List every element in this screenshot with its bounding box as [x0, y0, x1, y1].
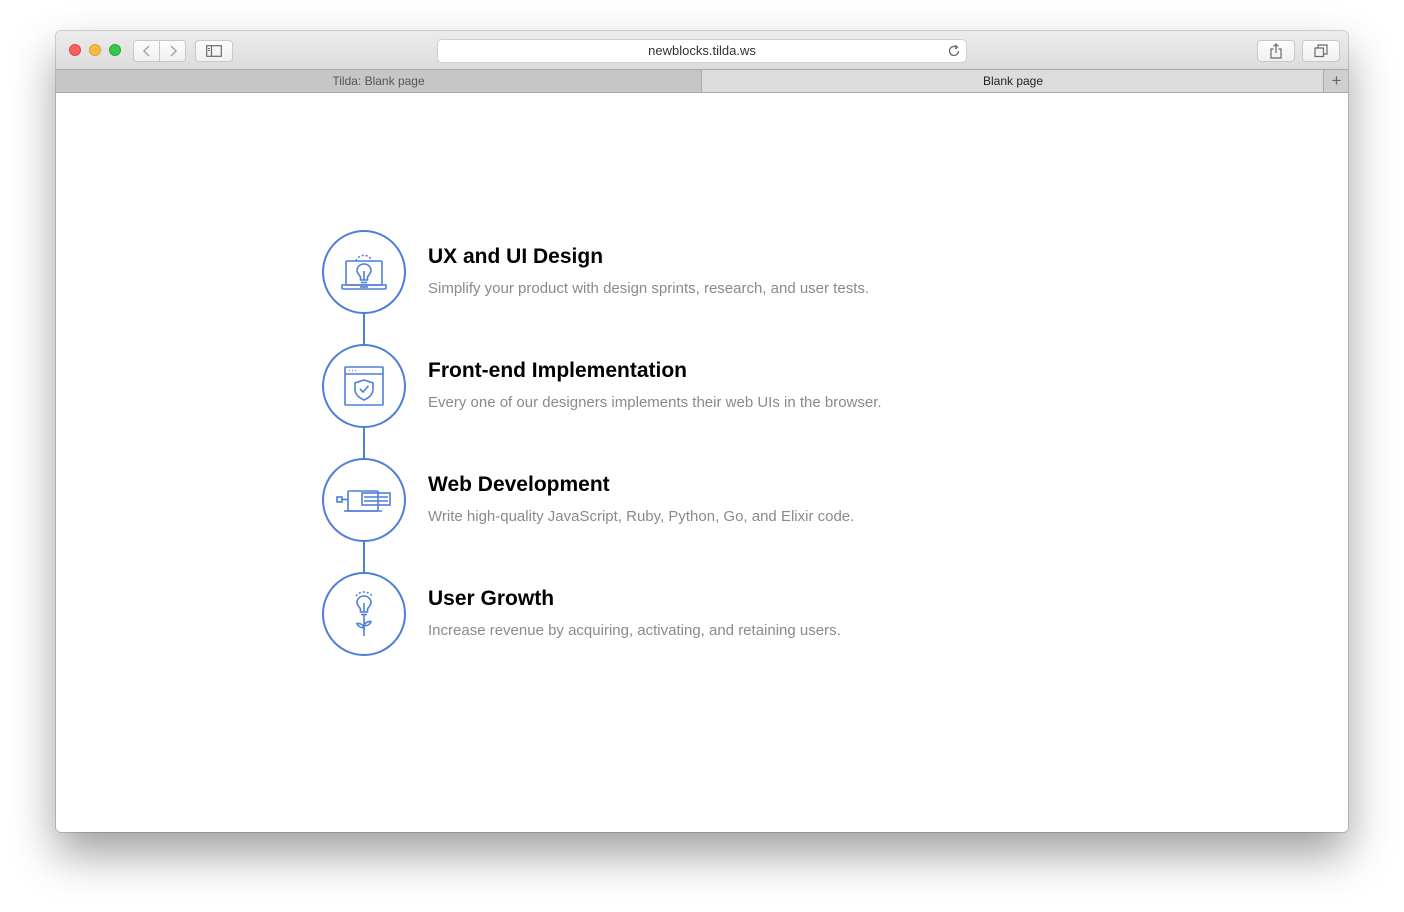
share-icon: [1270, 43, 1282, 59]
plus-icon: +: [1331, 71, 1342, 90]
tabs-overview-icon: [1314, 44, 1328, 58]
service-title: UX and UI Design: [428, 245, 604, 268]
timeline-connector: [363, 542, 365, 573]
service-description: Write high-quality JavaScript, Ruby, Pyt…: [428, 508, 855, 525]
tab-bar: Tilda: Blank page Blank page +: [56, 69, 1348, 93]
service-icon-circle: [322, 572, 406, 656]
tabs-overview-button[interactable]: [1302, 40, 1340, 62]
service-icon-circle: [322, 230, 406, 314]
service-description: Every one of our designers implements th…: [428, 394, 882, 411]
service-description: Increase revenue by acquiring, activatin…: [428, 622, 841, 639]
service-title: Front-end Implementation: [428, 359, 687, 382]
service-title: User Growth: [428, 587, 555, 610]
reload-button[interactable]: [947, 44, 961, 63]
sidebar-button[interactable]: [195, 40, 233, 62]
close-window-button[interactable]: [69, 44, 81, 56]
timeline-connector: [363, 314, 365, 345]
browser-toolbar: newblocks.tilda.ws: [56, 31, 1348, 69]
back-button[interactable]: [134, 41, 159, 61]
browser-window: newblocks.tilda.ws Tilda: Blank page Bla…: [56, 31, 1348, 832]
share-button[interactable]: [1257, 40, 1295, 62]
service-item-user-growth: User Growth Increase revenue by acquirin…: [322, 572, 1022, 656]
page-content: UX and UI Design Simplify your product w…: [56, 93, 1348, 832]
minimize-window-button[interactable]: [89, 44, 101, 56]
service-item-web-development: Web Development Write high-quality JavaS…: [322, 458, 1022, 542]
reload-icon: [948, 44, 960, 57]
service-icon-circle: [322, 458, 406, 542]
service-title: Web Development: [428, 473, 610, 496]
navigation-buttons: [133, 40, 186, 62]
sidebar-icon: [206, 45, 222, 57]
service-item-front-end-implementation: Front-end Implementation Every one of ou…: [322, 344, 1022, 428]
tab-tilda-blank-page[interactable]: Tilda: Blank page: [56, 70, 701, 92]
lightbulb-plant-icon: [355, 591, 373, 636]
laptop-lightbulb-icon: [341, 254, 387, 290]
service-icon-circle: [322, 344, 406, 428]
tab-label: Blank page: [982, 74, 1044, 88]
address-bar[interactable]: newblocks.tilda.ws: [437, 39, 967, 63]
new-tab-button[interactable]: +: [1323, 70, 1348, 92]
chevron-right-icon: [170, 45, 177, 57]
tab-label: Tilda: Blank page: [332, 74, 425, 88]
forward-button[interactable]: [159, 41, 185, 61]
maximize-window-button[interactable]: [109, 44, 121, 56]
code-plug-icon: [336, 490, 391, 512]
browser-shield-icon: [344, 366, 384, 406]
service-description: Simplify your product with design sprint…: [428, 280, 870, 297]
timeline-connector: [363, 428, 365, 459]
tab-blank-page[interactable]: Blank page: [701, 70, 1324, 92]
service-item-ux-ui-design: UX and UI Design Simplify your product w…: [322, 230, 1022, 314]
chevron-left-icon: [142, 45, 149, 57]
url-text: newblocks.tilda.ws: [648, 43, 756, 58]
